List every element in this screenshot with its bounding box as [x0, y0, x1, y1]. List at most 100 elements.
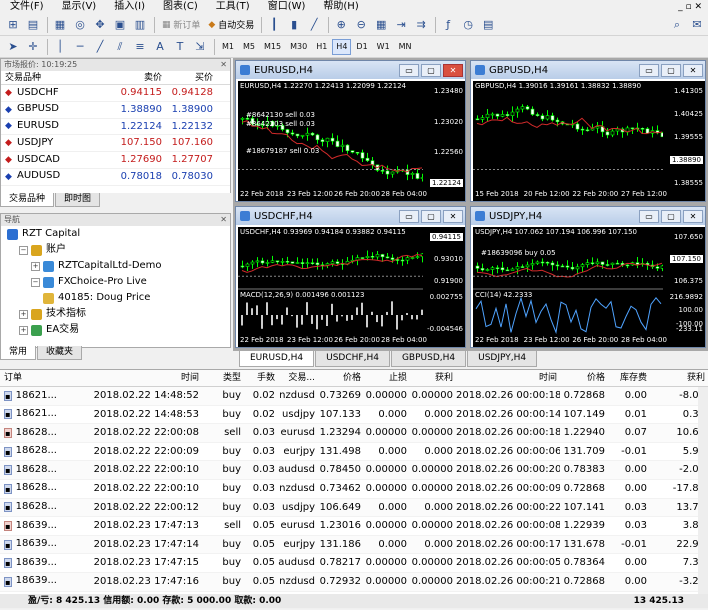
navigator-item[interactable]: + EA交易 [1, 322, 230, 338]
chat-icon[interactable]: ✉ [688, 16, 706, 34]
chart-window[interactable]: GBPUSD,H4 ▭ ▢ ✕ GBPUSD,H4 1.39016 1.39161 1.… [470, 60, 706, 202]
timeframe-w1[interactable]: W1 [373, 39, 394, 55]
orders-col-header[interactable]: 价格 [560, 370, 608, 386]
window-controls-icon[interactable]: _ ▫ ✕ [678, 2, 708, 12]
label-icon[interactable]: T [171, 38, 189, 56]
data-window-icon[interactable]: ◎ [71, 16, 89, 34]
expand-toggle-icon[interactable]: − [19, 245, 28, 255]
close-icon[interactable]: ✕ [443, 209, 463, 223]
orders-col-header[interactable]: 价格 [318, 370, 364, 386]
price-chart[interactable]: EURUSD,H4 1.22270 1.22413 1.22099 1.2212… [238, 81, 465, 201]
tab-favorites[interactable]: 收藏夹 [37, 346, 83, 360]
timeframe-h4[interactable]: H4 [332, 38, 352, 55]
order-row[interactable]: ▪ 18639... 2018.02.23 17:47:14 buy 0.05 eurjp… [0, 535, 708, 555]
terminal-icon[interactable]: ▣ [111, 16, 129, 34]
crosshair-icon[interactable]: ✛ [24, 38, 42, 56]
channel-icon[interactable]: ⫽ [111, 38, 129, 56]
new-order-button[interactable]: ▦ 新订单 [158, 16, 204, 34]
candlestick-icon[interactable]: ▮ [285, 16, 303, 34]
order-row[interactable]: ▪ 18628... 2018.02.22 22:00:10 buy 0.03 nzdus… [0, 480, 708, 499]
order-row[interactable]: ▪ 18639... 2018.02.23 17:47:15 buy 0.05 audus… [0, 554, 708, 573]
search-icon[interactable]: ⌕ [668, 16, 686, 34]
expand-toggle-icon[interactable]: + [19, 309, 28, 319]
tab-common[interactable]: 常用 [0, 346, 37, 360]
chart-window-title-bar[interactable]: GBPUSD,H4 ▭ ▢ ✕ [471, 61, 705, 79]
navigator-icon[interactable]: ✥ [91, 16, 109, 34]
chart-window-title-bar[interactable]: USDJPY,H4 ▭ ▢ ✕ [471, 207, 705, 225]
indicators-icon[interactable]: ƒ [439, 16, 457, 34]
market-watch-row[interactable]: ◆ USDJPY 107.150 107.160 [1, 135, 230, 153]
orders-col-header[interactable]: 获利 [650, 370, 708, 386]
menu-view[interactable]: 显示(V) [54, 0, 107, 14]
order-row[interactable]: ▪ 18628... 2018.02.22 22:00:09 buy 0.03 eurjp… [0, 443, 708, 462]
line-chart-icon[interactable]: ╱ [305, 16, 323, 34]
timeframe-m15[interactable]: M15 [260, 39, 285, 55]
order-row[interactable]: ▪ 18621... 2018.02.22 14:48:53 buy 0.02 usdjp… [0, 406, 708, 425]
order-row[interactable]: ▪ 18628... 2018.02.22 22:00:08 sell 0.03 euru… [0, 424, 708, 443]
timeframe-d1[interactable]: D1 [352, 39, 371, 55]
horizontal-line-icon[interactable]: ─ [71, 38, 89, 56]
chart-window-title-bar[interactable]: EURUSD,H4 ▭ ▢ ✕ [236, 61, 465, 79]
expand-toggle-icon[interactable]: + [31, 261, 40, 271]
timeframe-m1[interactable]: M1 [218, 39, 238, 55]
market-watch-row[interactable]: ◆ GBPUSD 1.38890 1.38900 [1, 102, 230, 119]
col-ask[interactable]: 买价 [166, 71, 217, 84]
chart-window[interactable]: EURUSD,H4 ▭ ▢ ✕ EURUSD,H4 1.22270 1.22413 1.… [235, 60, 466, 202]
orders-col-header[interactable]: 库存费 [608, 370, 650, 386]
chart-window[interactable]: USDCHF,H4 ▭ ▢ ✕ USDCHF,H4 0.93969 0.94184 0.… [235, 206, 466, 348]
timeframe-m30[interactable]: M30 [286, 39, 311, 55]
maximize-icon[interactable]: ▢ [421, 63, 441, 77]
new-chart-icon[interactable]: ⊞ [4, 16, 22, 34]
order-row[interactable]: ▪ 18621... 2018.02.22 14:48:52 buy 0.02 nzdus… [0, 387, 708, 406]
timeframe-h1[interactable]: H1 [312, 39, 331, 55]
vertical-line-icon[interactable]: │ [51, 38, 69, 56]
periods-icon[interactable]: ◷ [459, 16, 477, 34]
autoscroll-icon[interactable]: ⇉ [412, 16, 430, 34]
menu-tools[interactable]: 工具(T) [208, 0, 260, 14]
text-icon[interactable]: A [151, 38, 169, 56]
orders-col-header[interactable]: 订单 [0, 370, 60, 386]
menu-charts[interactable]: 图表(C) [155, 0, 208, 14]
maximize-icon[interactable]: ▢ [661, 209, 681, 223]
orders-col-header[interactable]: 获利 [410, 370, 456, 386]
tab-symbols[interactable]: 交易品种 [0, 193, 55, 207]
menu-insert[interactable]: 插入(I) [106, 0, 155, 14]
timeframe-mn[interactable]: MN [395, 39, 416, 55]
tile-windows-icon[interactable]: ▦ [372, 16, 390, 34]
expand-toggle-icon[interactable]: + [19, 325, 28, 335]
auto-trading-button[interactable]: ◆ 自动交易 [204, 16, 258, 34]
close-icon[interactable]: ✕ [443, 63, 463, 77]
market-watch-row[interactable]: ◆ USDCAD 1.27690 1.27707 [1, 152, 230, 169]
market-watch-row[interactable]: ◆ USDCHF 0.94115 0.94128 [1, 85, 230, 102]
chart-window[interactable]: USDJPY,H4 ▭ ▢ ✕ USDJPY,H4 107.062 107.194 10… [470, 206, 706, 348]
chart-tab-gbpusd[interactable]: GBPUSD,H4 [390, 351, 467, 367]
close-icon[interactable]: ✕ [683, 209, 703, 223]
orders-col-header[interactable]: 手数 [244, 370, 278, 386]
fibonacci-icon[interactable]: ≡ [131, 38, 149, 56]
templates-icon[interactable]: ▤ [479, 16, 497, 34]
arrows-icon[interactable]: ⇲ [191, 38, 209, 56]
chart-tab-usdchf[interactable]: USDCHF,H4 [315, 351, 390, 367]
close-icon[interactable]: ✕ [220, 59, 230, 71]
price-chart[interactable]: GBPUSD,H4 1.39016 1.39161 1.38832 1.3889… [473, 81, 705, 201]
navigator-item[interactable]: RZT Capital [1, 226, 230, 242]
chart-window-title-bar[interactable]: USDCHF,H4 ▭ ▢ ✕ [236, 207, 465, 225]
chart-tab-eurusd[interactable]: EURUSD,H4 [239, 351, 315, 367]
menu-help[interactable]: 帮助(H) [315, 0, 368, 14]
maximize-icon[interactable]: ▢ [661, 63, 681, 77]
navigator-item[interactable]: + 技术指标 [1, 306, 230, 322]
terminal-scrollbar[interactable] [698, 387, 708, 595]
market-watch-row[interactable]: ◆ EURUSD 1.22124 1.22132 [1, 119, 230, 136]
cursor-icon[interactable]: ➤ [4, 38, 22, 56]
order-row[interactable]: ▪ 18628... 2018.02.22 22:00:12 buy 0.03 usdjp… [0, 498, 708, 518]
timeframe-m5[interactable]: M5 [239, 39, 259, 55]
menu-window[interactable]: 窗口(W) [260, 0, 316, 14]
order-row[interactable]: ▪ 18628... 2018.02.22 22:00:10 buy 0.03 audus… [0, 461, 708, 480]
minimize-icon[interactable]: ▭ [399, 209, 419, 223]
chart-tab-usdjpy[interactable]: USDJPY,H4 [467, 351, 538, 367]
minimize-icon[interactable]: ▭ [639, 209, 659, 223]
trendline-icon[interactable]: ╱ [91, 38, 109, 56]
orders-col-header[interactable]: 止损 [364, 370, 410, 386]
tester-icon[interactable]: ▥ [131, 16, 149, 34]
close-icon[interactable]: ✕ [683, 63, 703, 77]
